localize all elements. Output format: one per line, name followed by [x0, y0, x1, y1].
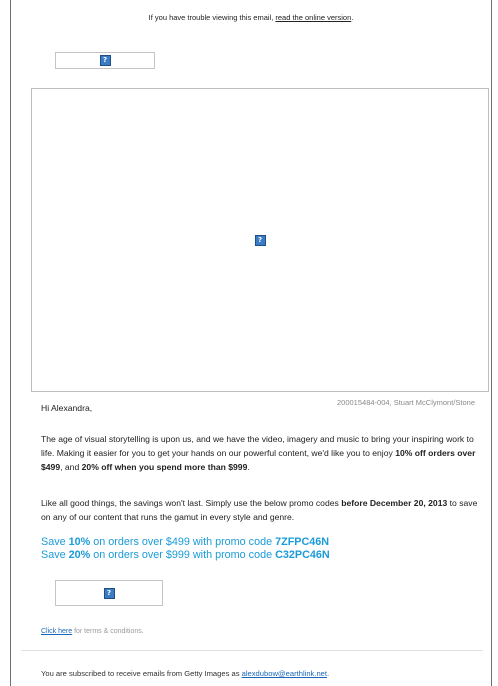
- promo-code: 7ZFPC46N: [275, 536, 330, 548]
- trouble-viewing-text: If you have trouble viewing this email,: [148, 13, 276, 22]
- promo-line: Save 10% on orders over $499 with promo …: [41, 536, 481, 549]
- terms-line: Click here for terms & conditions.: [41, 628, 481, 635]
- promo-percent: 20%: [68, 549, 91, 562]
- footer-divider: [21, 650, 483, 651]
- subscription-footer: You are subscribed to receive emails fro…: [41, 669, 481, 678]
- terms-link[interactable]: Click here: [41, 628, 72, 635]
- broken-image-icon: ?: [99, 55, 111, 66]
- footer-end: .: [327, 669, 330, 678]
- promo-middle: on orders over $499 with promo code: [90, 536, 276, 548]
- online-version-link[interactable]: read the online version: [275, 13, 351, 22]
- terms-text: for terms & conditions.: [72, 628, 144, 635]
- email-frame: If you have trouble viewing this email, …: [10, 0, 492, 686]
- broken-image-icon: ?: [103, 587, 115, 599]
- hero-image-placeholder: ?: [31, 88, 489, 392]
- promo-prefix: Save: [41, 536, 69, 548]
- greeting: Hi Alexandra,: [41, 403, 93, 413]
- deadline-text: Like all good things, the savings won't …: [41, 498, 342, 508]
- broken-image-icon: ?: [254, 234, 266, 246]
- shop-button-image-placeholder[interactable]: ?: [55, 580, 163, 606]
- offer-20-text: 20% off when you spend more than $999: [81, 462, 248, 473]
- promo-middle: on orders over $999 with promo code: [90, 549, 276, 562]
- deadline-paragraph: Like all good things, the savings won't …: [41, 496, 481, 524]
- promo-code-list: Save 10% on orders over $499 with promo …: [41, 536, 481, 563]
- trouble-viewing-line: If you have trouble viewing this email, …: [11, 13, 491, 22]
- deadline-date: before December 20, 2013: [341, 498, 448, 508]
- promo-line: Save 20% on orders over $999 with promo …: [41, 549, 481, 562]
- intro-text-join: , and: [60, 462, 82, 473]
- promo-prefix: Save: [41, 549, 69, 562]
- logo-image-placeholder: ?: [55, 52, 155, 69]
- intro-text-end: .: [247, 462, 250, 473]
- subscriber-email-link[interactable]: alexdubow@earthlink.net: [242, 669, 327, 678]
- promo-code: C32PC46N: [275, 549, 330, 562]
- footer-text: You are subscribed to receive emails fro…: [41, 669, 242, 678]
- promo-percent: 10%: [68, 536, 91, 548]
- intro-paragraph: The age of visual storytelling is upon u…: [41, 432, 481, 475]
- trouble-viewing-end: .: [351, 13, 354, 22]
